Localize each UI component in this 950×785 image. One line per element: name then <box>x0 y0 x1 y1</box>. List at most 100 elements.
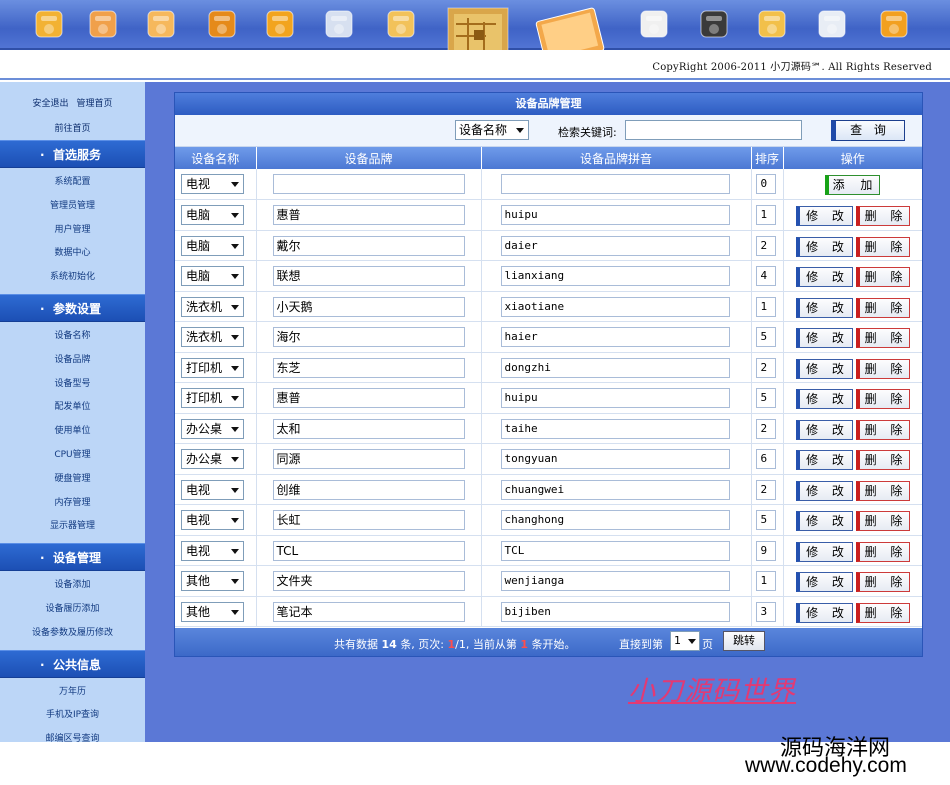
hard-drive-icon[interactable] <box>384 6 418 42</box>
sidebar-item-device-add[interactable]: 设备添加 <box>0 574 145 598</box>
sidebar-item-history-add[interactable]: 设备履历添加 <box>0 598 145 622</box>
pinyin-input[interactable] <box>500 174 730 194</box>
edit-button[interactable]: 修 改 <box>795 358 853 379</box>
device-select[interactable]: 电脑 <box>181 266 244 286</box>
sidebar-item-memory-manage[interactable]: 内存管理 <box>0 492 145 516</box>
sidebar-item-user-manage[interactable]: 用户管理 <box>0 219 145 243</box>
brand-input[interactable] <box>272 174 465 194</box>
order-input[interactable]: 5 <box>755 327 776 347</box>
order-input[interactable]: 1 <box>755 571 776 591</box>
sidebar-item-system-init[interactable]: 系统初始化 <box>0 266 145 290</box>
admin-home-link[interactable]: 管理首页 <box>77 99 113 109</box>
windows-box-icon[interactable] <box>755 6 789 42</box>
delete-button[interactable]: 删 除 <box>855 236 910 257</box>
pinyin-input[interactable]: lianxiang <box>500 266 730 286</box>
edit-button[interactable]: 修 改 <box>795 511 853 531</box>
order-input[interactable]: 1 <box>755 205 776 225</box>
brand-input[interactable]: 联想 <box>272 266 465 286</box>
device-select[interactable]: 洗衣机 <box>181 327 244 347</box>
pinyin-input[interactable]: changhong <box>500 510 730 530</box>
order-input[interactable]: 0 <box>755 174 776 194</box>
sidebar-section-header[interactable]: · 首选服务 <box>0 140 145 168</box>
order-input[interactable]: 1 <box>755 296 776 317</box>
edit-button[interactable]: 修 改 <box>795 541 853 562</box>
order-input[interactable]: 2 <box>755 357 776 378</box>
order-input[interactable]: 2 <box>755 479 776 500</box>
delete-button[interactable]: 删 除 <box>855 328 910 348</box>
device-select[interactable]: 洗衣机 <box>181 296 244 317</box>
tools-icon[interactable] <box>32 6 66 42</box>
search-input[interactable] <box>625 120 802 140</box>
delete-button[interactable]: 删 除 <box>855 450 910 470</box>
brand-input[interactable]: 太和 <box>272 418 465 439</box>
edit-button[interactable]: 修 改 <box>795 572 853 592</box>
brand-input[interactable]: 惠普 <box>272 205 465 225</box>
delete-button[interactable]: 删 除 <box>855 541 910 562</box>
delete-button[interactable]: 删 除 <box>855 511 910 531</box>
calendar-icon[interactable] <box>815 6 849 42</box>
page-select[interactable]: 1 <box>670 631 700 651</box>
brand-input[interactable]: 长虹 <box>272 510 465 530</box>
sidebar-item-using-unit[interactable]: 使用单位 <box>0 420 145 444</box>
order-input[interactable]: 3 <box>755 601 776 622</box>
device-select[interactable]: 电视 <box>181 479 244 500</box>
pinyin-input[interactable]: tongyuan <box>500 449 730 469</box>
edit-button[interactable]: 修 改 <box>795 480 853 501</box>
order-input[interactable]: 6 <box>755 449 776 469</box>
sidebar-item-system-config[interactable]: 系统配置 <box>0 171 145 195</box>
edit-button[interactable]: 修 改 <box>795 389 853 409</box>
edit-button[interactable]: 修 改 <box>795 450 853 470</box>
pinyin-input[interactable]: taihe <box>500 418 730 439</box>
brand-input[interactable]: 惠普 <box>272 388 465 408</box>
brand-input[interactable]: 戴尔 <box>272 235 465 256</box>
device-select[interactable]: 办公桌 <box>181 449 244 469</box>
order-input[interactable]: 5 <box>755 510 776 530</box>
sidebar-section-header[interactable]: · 公共信息 <box>0 649 145 678</box>
brand-input[interactable]: 同源 <box>272 449 465 469</box>
order-input[interactable]: 2 <box>755 235 776 256</box>
users-icon[interactable] <box>144 6 178 42</box>
memory-chip-icon[interactable] <box>322 6 356 42</box>
search-button[interactable]: 查 询 <box>831 120 905 141</box>
pinyin-input[interactable]: daier <box>500 235 730 256</box>
order-input[interactable]: 2 <box>755 418 776 439</box>
delete-button[interactable]: 删 除 <box>855 206 910 226</box>
illustrator-icon[interactable] <box>205 6 239 42</box>
device-select[interactable]: 电视 <box>181 510 244 530</box>
sidebar-item-device-model[interactable]: 设备型号 <box>0 373 145 397</box>
device-select[interactable]: 其他 <box>181 601 244 622</box>
brand-text[interactable]: 小刀源码世界 <box>628 669 796 708</box>
chain-link-icon[interactable] <box>877 6 911 42</box>
brand-input[interactable]: 小天鹅 <box>272 296 465 317</box>
edit-button[interactable]: 修 改 <box>795 602 853 623</box>
sidebar-item-param-edit[interactable]: 设备参数及履历修改 <box>0 622 145 646</box>
delete-button[interactable]: 删 除 <box>855 297 910 318</box>
edit-button[interactable]: 修 改 <box>795 419 853 440</box>
brand-input[interactable]: 文件夹 <box>272 571 465 591</box>
brand-input[interactable]: TCL <box>272 540 465 561</box>
delete-button[interactable]: 删 除 <box>855 358 910 379</box>
search-field-select[interactable]: 设备名称 <box>455 120 529 140</box>
goto-home-link[interactable]: 前往首页 <box>0 117 145 142</box>
briefcase-icon[interactable] <box>263 6 297 42</box>
sidebar-item-data-center[interactable]: 数据中心 <box>0 242 145 266</box>
sidebar-item-issuing-unit[interactable]: 配发单位 <box>0 396 145 420</box>
order-input[interactable]: 4 <box>755 266 776 286</box>
edit-button[interactable]: 修 改 <box>795 206 853 226</box>
edit-button[interactable]: 修 改 <box>795 236 853 257</box>
sidebar-section-header[interactable]: · 设备管理 <box>0 543 145 572</box>
brand-input[interactable]: 笔记本 <box>272 601 465 622</box>
device-select[interactable]: 打印机 <box>181 357 244 378</box>
delete-button[interactable]: 删 除 <box>855 480 910 501</box>
edit-button[interactable]: 修 改 <box>795 328 853 348</box>
sidebar-item-device-brand[interactable]: 设备品牌 <box>0 349 145 373</box>
edit-button[interactable]: 修 改 <box>795 267 853 287</box>
device-select[interactable]: 电脑 <box>181 205 244 225</box>
device-select[interactable]: 办公桌 <box>181 418 244 439</box>
sidebar-item-monitor-manage[interactable]: 显示器管理 <box>0 515 145 539</box>
pinyin-input[interactable]: wenjianga <box>500 571 730 591</box>
brand-input[interactable]: 海尔 <box>272 327 465 347</box>
sidebar-item-phone-ip[interactable]: 手机及IP查询 <box>0 704 145 728</box>
sidebar-item-calendar[interactable]: 万年历 <box>0 681 145 705</box>
sidebar-item-disk-manage[interactable]: 硬盘管理 <box>0 468 145 492</box>
